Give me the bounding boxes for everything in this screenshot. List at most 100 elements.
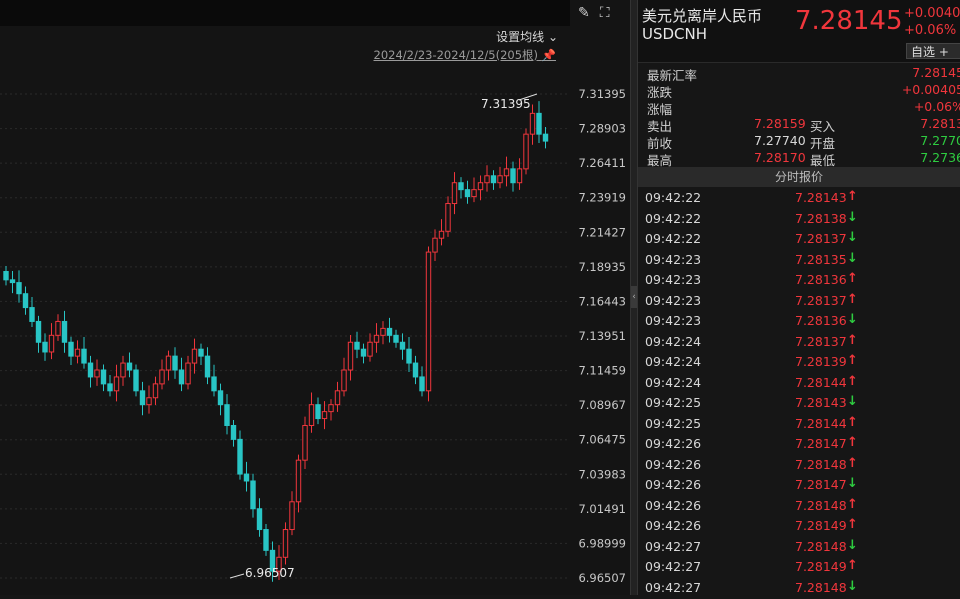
tick-time: 09:42:27 — [645, 559, 702, 574]
tick-time: 09:42:26 — [645, 477, 702, 492]
arrow-up-icon: ↑ — [847, 291, 858, 307]
tick-price: 7.28143 — [795, 395, 847, 410]
stat-open-value: 7.2770 — [920, 133, 960, 148]
candle-body — [120, 362, 126, 378]
candle-body — [35, 320, 42, 343]
candle-body — [250, 480, 256, 510]
ma-settings-button[interactable]: 设置均线 ⌄ — [496, 28, 558, 45]
candlestick-chart[interactable]: 7.31395 6.96507 — [0, 0, 570, 595]
candle-body — [347, 341, 354, 371]
pencil-icon[interactable]: ✎ — [578, 5, 590, 21]
stat-latest-value: 7.28145 — [912, 65, 960, 80]
arrow-down-icon: ↓ — [847, 476, 858, 491]
candle-body — [191, 348, 198, 364]
candle-body — [425, 251, 432, 392]
kline-chart-panel[interactable]: 7.31395 6.96507 设置均线 ⌄ 2024/2/23-2024/12/… — [0, 0, 570, 595]
quote-panel: 美元兑离岸人民币 USDCNH 7.28145 +0.0040 +0.06% 自… — [638, 0, 960, 595]
panel-divider[interactable]: ‹ — [630, 0, 638, 595]
candle-body — [16, 282, 22, 295]
candle-body — [224, 404, 230, 426]
y-tick-label: 7.11459 — [578, 364, 626, 378]
tick-price: 7.28149 — [795, 559, 847, 574]
expand-icon[interactable]: ⛶ — [600, 5, 610, 21]
y-tick-label: 7.08967 — [578, 398, 626, 412]
candle-body — [308, 404, 315, 426]
arrow-up-icon: ↑ — [847, 189, 858, 204]
arrow-up-icon: ↑ — [847, 435, 858, 450]
arrow-down-icon: ↓ — [847, 578, 858, 594]
price-change-pct: +0.06% — [904, 23, 957, 38]
arrow-down-icon: ↓ — [847, 209, 858, 225]
low-marker-label: 6.96507 — [245, 566, 295, 580]
date-range-text: 2024/2/23-2024/12/5(205根) — [373, 48, 539, 62]
tick-price: 7.28147 — [795, 436, 847, 451]
quote-header: 美元兑离岸人民币 USDCNH 7.28145 +0.0040 +0.06% 自… — [638, 0, 960, 63]
tick-time: 09:42:25 — [645, 415, 702, 431]
tick-row: 09:42:22 7.28138 ↓ — [638, 209, 960, 230]
candle-body — [438, 230, 445, 239]
tick-row: 09:42:27 7.28149 ↑ — [638, 557, 960, 578]
tick-row: 09:42:24 7.28144 ↑ — [638, 373, 960, 394]
tick-time: 09:42:27 — [645, 579, 702, 595]
tick-time: 09:42:26 — [645, 456, 702, 472]
y-tick-label: 7.23919 — [578, 191, 626, 205]
tick-price: 7.28138 — [795, 210, 847, 226]
candle-body — [328, 404, 334, 413]
candle-body — [159, 369, 165, 385]
arrow-up-icon: ↑ — [847, 455, 858, 471]
price-axis: 7.31395 7.28903 7.26411 7.23919 7.21427 7.189… — [570, 0, 630, 595]
tick-quotes-title: 分时报价 — [638, 167, 960, 187]
tick-price: 7.28144 — [795, 374, 847, 390]
ma-settings-label: 设置均线 — [496, 30, 545, 44]
candle-body — [477, 182, 484, 191]
candle-body — [94, 369, 100, 378]
candle-body — [503, 168, 510, 177]
candle-body — [302, 424, 308, 461]
add-watchlist-button[interactable]: 自选 + — [906, 43, 960, 59]
chevron-down-icon: ⌄ — [547, 30, 558, 44]
candle-body — [139, 390, 146, 406]
candle-body — [315, 404, 321, 420]
tick-time: 09:42:22 — [645, 210, 702, 226]
candle-body — [237, 438, 243, 475]
arrow-up-icon: ↑ — [847, 332, 858, 348]
tick-price: 7.28148 — [795, 579, 847, 595]
candle-body — [48, 334, 55, 353]
candle-body — [9, 279, 16, 284]
candle-body — [497, 175, 503, 184]
candle-body — [289, 501, 295, 531]
tick-time: 09:42:24 — [645, 354, 702, 369]
collapse-arrow-icon[interactable]: ‹ — [631, 286, 637, 308]
pin-icon[interactable]: 📌 — [542, 48, 556, 62]
candle-body — [406, 348, 412, 364]
tick-price: 7.28137 — [795, 292, 847, 308]
y-tick-label: 7.28903 — [578, 122, 626, 136]
candle-body — [321, 411, 328, 420]
chart-toolbar: ✎ ⛶ — [578, 2, 634, 24]
tick-time: 09:42:26 — [645, 518, 702, 533]
tick-time: 09:42:25 — [645, 395, 702, 410]
tick-price: 7.28136 — [795, 272, 847, 287]
tick-price: 7.28147 — [795, 477, 847, 492]
candle-body — [542, 133, 549, 142]
y-tick-label: 7.18935 — [578, 260, 626, 274]
y-tick-label: 7.31395 — [578, 87, 626, 101]
candle-body — [126, 362, 133, 371]
arrow-up-icon: ↑ — [847, 353, 858, 368]
tick-quotes-list[interactable]: 09:42:22 7.28143 ↑ 09:42:22 7.28138 ↓ 09:42:22… — [638, 188, 960, 595]
tick-row: 09:42:26 7.28147 ↓ — [638, 475, 960, 496]
candle-body — [536, 112, 542, 135]
candle-body — [61, 320, 68, 343]
tick-price: 7.28139 — [795, 354, 847, 369]
candle-body — [432, 237, 438, 253]
candle-body — [510, 168, 516, 184]
high-marker-label: 7.31395 — [481, 97, 531, 111]
candle-body — [334, 390, 341, 406]
instrument-name: 美元兑离岸人民币 — [642, 7, 763, 25]
date-range-label[interactable]: 2024/2/23-2024/12/5(205根) 📌 — [374, 47, 557, 63]
tick-row: 09:42:26 7.28148 ↑ — [638, 455, 960, 476]
candle-body — [471, 189, 477, 198]
candle-body — [217, 390, 224, 406]
candle-body — [29, 307, 35, 322]
y-tick-label: 7.01491 — [578, 502, 626, 516]
